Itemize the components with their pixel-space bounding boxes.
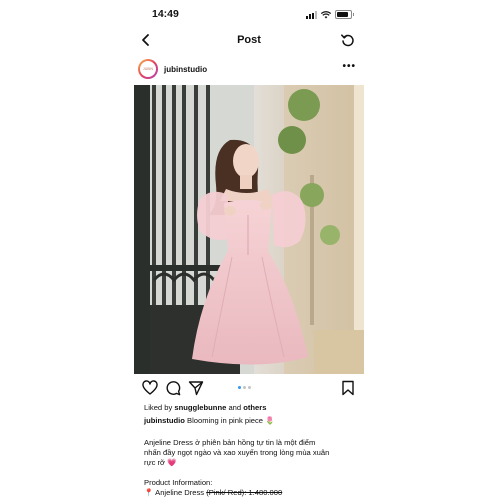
post-header: JUBIN jubinstudio ••• <box>134 57 364 83</box>
description-line-3: rực rỡ 💗 <box>144 458 177 467</box>
product-info-label: Product Information: <box>144 478 213 487</box>
status-bar: 14:49 <box>134 0 364 28</box>
photo-illustration <box>134 85 364 374</box>
liked-by-and: and <box>228 403 242 412</box>
comment-icon[interactable] <box>165 380 181 396</box>
post-actions <box>134 378 364 398</box>
wifi-icon <box>321 10 331 18</box>
product-line: 📍 Anjeline Dress (Pink/ Red): 1.480.000 <box>144 488 359 498</box>
liked-by-others[interactable]: others <box>243 403 266 412</box>
share-icon[interactable] <box>188 380 204 396</box>
refresh-icon[interactable] <box>340 32 356 48</box>
product-line-price: (Pink/ Red): 1.480.000 <box>206 488 283 497</box>
liked-by-user[interactable]: snugglebunne <box>174 403 226 412</box>
caption-line: jubinstudio Blooming in pink piece 🌷 <box>144 416 359 426</box>
post-username[interactable]: jubinstudio <box>164 65 207 74</box>
carousel-dot <box>248 386 251 389</box>
battery-icon <box>335 10 354 19</box>
carousel-dot-active <box>238 386 241 389</box>
caption-username[interactable]: jubinstudio <box>144 416 185 425</box>
nav-bar: Post <box>134 30 364 52</box>
page-title: Post <box>237 34 261 46</box>
avatar[interactable]: JUBIN <box>138 59 158 79</box>
product-line-name: 📍 Anjeline Dress <box>144 488 205 497</box>
post-photo[interactable] <box>134 85 364 374</box>
carousel-dots <box>238 386 251 389</box>
instagram-post-screen: 14:49 Post JUBIN jubinstudio ••• Liked b… <box>134 0 364 499</box>
carousel-dot <box>243 386 246 389</box>
signal-icon <box>306 10 317 19</box>
status-time: 14:49 <box>152 8 179 20</box>
description-line-1: Anjeline Dress ở phiên bản hồng tự tin l… <box>144 438 316 447</box>
heart-icon[interactable] <box>142 380 158 396</box>
avatar-logo-text: JUBIN <box>140 61 156 77</box>
more-options-icon[interactable]: ••• <box>342 61 356 72</box>
bookmark-icon[interactable] <box>340 380 356 396</box>
likes-line: Liked by snugglebunne and others <box>144 403 359 413</box>
description-line-2: nhấn đầy ngọt ngào và xao xuyến trong lò… <box>144 448 330 457</box>
caption-text: Blooming in pink piece 🌷 <box>187 416 275 425</box>
liked-by-prefix: Liked by <box>144 403 173 412</box>
status-icons <box>306 10 354 19</box>
